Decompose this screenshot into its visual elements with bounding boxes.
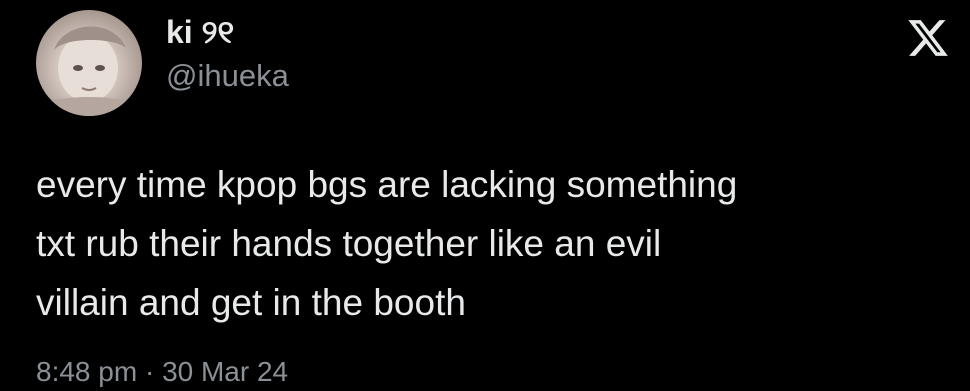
- tweet-date[interactable]: 30 Mar 24: [162, 356, 288, 387]
- tweet-meta: 8:48 pm · 30 Mar 24: [36, 356, 288, 388]
- x-logo-icon[interactable]: [906, 16, 950, 60]
- tweet-text: every time kpop bgs are lacking somethin…: [36, 164, 738, 323]
- meta-separator: ·: [144, 356, 155, 387]
- display-name[interactable]: ki ୨୧: [166, 12, 289, 52]
- avatar-image-icon: [36, 26, 142, 116]
- tweet-header: ki ୨୧ @ihueka: [36, 10, 950, 120]
- author-names: ki ୨୧ @ihueka: [166, 12, 289, 98]
- tweet-card: ki ୨୧ @ihueka every time kpop bgs are la…: [0, 0, 970, 391]
- avatar[interactable]: [36, 10, 142, 116]
- user-handle[interactable]: @ihueka: [166, 54, 289, 98]
- tweet-time[interactable]: 8:48 pm: [36, 356, 137, 387]
